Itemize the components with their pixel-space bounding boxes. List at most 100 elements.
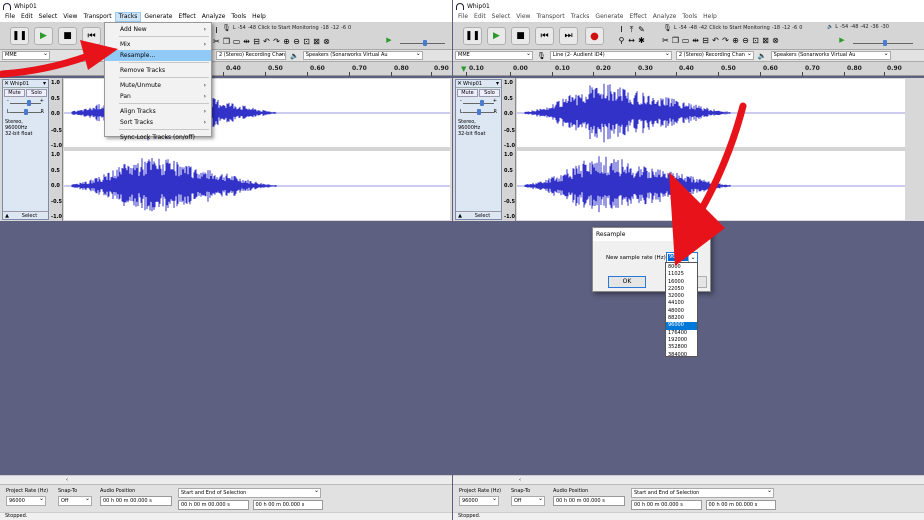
play-icon[interactable]: ▶: [34, 27, 53, 45]
draw-tool-icon[interactable]: ✎: [637, 25, 646, 35]
track-name[interactable]: Whip01: [10, 81, 41, 87]
list-item[interactable]: 22050: [666, 286, 697, 293]
menu-transport[interactable]: Transport: [80, 12, 114, 22]
fit-project-icon[interactable]: ⊠: [761, 36, 770, 45]
list-item[interactable]: 384000: [666, 352, 697, 359]
close-track-icon[interactable]: ✕: [456, 80, 463, 87]
copy-icon[interactable]: ❐: [671, 36, 680, 45]
recording-channels-select[interactable]: 2 (Stereo) Recording Chan: [675, 51, 754, 60]
menu-effect[interactable]: Effect: [626, 12, 649, 22]
solo-button[interactable]: Solo: [479, 89, 500, 97]
menu-tracks[interactable]: Tracks: [568, 12, 593, 22]
selection-mode-select[interactable]: Start and End of Selection: [631, 488, 774, 498]
copy-icon[interactable]: ❐: [222, 37, 231, 46]
playback-meter[interactable]: 🔈 L -54 -48 -42 -36 -30: [827, 24, 889, 30]
record-icon[interactable]: ●: [585, 27, 604, 45]
snap-to-select[interactable]: Off: [58, 496, 92, 506]
menu-item-add-new[interactable]: Add New ›: [105, 24, 211, 35]
zoom-out-icon[interactable]: ⊖: [741, 36, 750, 45]
gain-slider[interactable]: - +: [7, 98, 44, 107]
menu-effect[interactable]: Effect: [175, 12, 198, 22]
close-track-icon[interactable]: ✕: [3, 80, 10, 87]
horizontal-scrollbar[interactable]: ‹: [453, 475, 924, 484]
list-item-selected[interactable]: 96000: [666, 322, 697, 330]
play-icon[interactable]: ▶: [487, 27, 506, 45]
menu-tracks[interactable]: Tracks: [114, 12, 142, 22]
list-item[interactable]: 48000: [666, 308, 697, 315]
selection-end-field[interactable]: 00 h 00 m 00.000 s: [252, 500, 323, 510]
selection-start-field[interactable]: 00 h 00 m 00.000 s: [631, 500, 702, 510]
sample-rate-value[interactable]: 96000: [668, 254, 688, 261]
multi-tool-icon[interactable]: ✱: [637, 36, 646, 45]
close-icon[interactable]: ✕: [699, 228, 706, 241]
menu-item-pan[interactable]: Pan ›: [105, 91, 211, 102]
menu-select[interactable]: Select: [36, 12, 61, 22]
menu-file[interactable]: File: [2, 12, 18, 22]
menu-edit[interactable]: Edit: [471, 12, 489, 22]
mute-button[interactable]: Mute: [457, 89, 478, 97]
monitor-label[interactable]: Click to Start Monitoring: [258, 25, 319, 31]
menu-analyze[interactable]: Analyze: [650, 12, 680, 22]
menu-item-align-tracks[interactable]: Align Tracks ›: [105, 106, 211, 117]
mute-button[interactable]: Mute: [4, 89, 25, 97]
list-item[interactable]: 44100: [666, 300, 697, 307]
playback-device-select[interactable]: Speakers (Sonarworks Virtual Au: [770, 51, 891, 60]
menu-analyze[interactable]: Analyze: [199, 12, 229, 22]
menu-item-mix[interactable]: Mix ›: [105, 39, 211, 50]
audio-position-field[interactable]: 00 h 00 m 00.000 s: [100, 496, 172, 506]
zoom-out-icon[interactable]: ⊖: [292, 37, 301, 46]
menu-item-sort-tracks[interactable]: Sort Tracks ›: [105, 117, 211, 128]
solo-button[interactable]: Solo: [26, 89, 47, 97]
menu-item-resample[interactable]: Resample...: [105, 50, 211, 61]
horizontal-scrollbar[interactable]: ‹: [0, 475, 452, 484]
project-rate-select[interactable]: 96000: [6, 496, 46, 506]
redo-icon[interactable]: ↷: [721, 36, 730, 45]
pause-icon[interactable]: ❚❚: [463, 27, 482, 45]
scroll-left-icon[interactable]: ‹: [519, 477, 521, 483]
audio-host-select[interactable]: MME: [2, 51, 50, 60]
menu-view[interactable]: View: [60, 12, 80, 22]
cut-icon[interactable]: ✂: [212, 37, 221, 46]
select-track-button[interactable]: Select: [464, 213, 501, 219]
timeshift-tool-icon[interactable]: ↔: [627, 36, 636, 45]
select-track-button[interactable]: Select: [11, 213, 48, 219]
silence-icon[interactable]: ⊟: [252, 37, 261, 46]
list-item[interactable]: 352800: [666, 344, 697, 351]
menu-help[interactable]: Help: [249, 12, 269, 22]
menu-tools[interactable]: Tools: [679, 12, 700, 22]
list-item[interactable]: 88200: [666, 315, 697, 322]
menu-select[interactable]: Select: [489, 12, 514, 22]
trim-icon[interactable]: ⇹: [242, 37, 251, 46]
waveform[interactable]: [517, 79, 905, 220]
skip-end-icon[interactable]: ⏭: [559, 27, 578, 45]
project-rate-select[interactable]: 96000: [459, 496, 499, 506]
menu-generate[interactable]: Generate: [592, 12, 626, 22]
list-item[interactable]: 8000: [666, 264, 697, 271]
paste-icon[interactable]: ▭: [681, 36, 690, 45]
zoom-toggle-icon[interactable]: ⊗: [771, 36, 780, 45]
trim-icon[interactable]: ⇹: [691, 36, 700, 45]
snap-to-select[interactable]: Off: [511, 496, 545, 506]
stop-icon[interactable]: ■: [511, 27, 530, 45]
scroll-left-icon[interactable]: ‹: [66, 477, 68, 483]
pause-icon[interactable]: ❚❚: [10, 27, 29, 45]
skip-start-icon[interactable]: ⏮: [82, 27, 101, 45]
recording-channels-select[interactable]: 2 (Stereo) Recording Chan: [216, 51, 286, 60]
menu-generate[interactable]: Generate: [141, 12, 175, 22]
gain-slider[interactable]: - +: [460, 98, 497, 107]
selection-end-field[interactable]: 00 h 00 m 00.000 s: [705, 500, 776, 510]
audio-position-field[interactable]: 00 h 00 m 00.000 s: [553, 496, 625, 506]
monitor-label[interactable]: Click to Start Monitoring: [709, 25, 770, 31]
cut-icon[interactable]: ✂: [661, 36, 670, 45]
timeline-ruler[interactable]: 0.40 0.50 0.60 0.70 0.80 0.90: [0, 62, 452, 76]
chevron-down-icon[interactable]: ⌄: [688, 253, 697, 262]
zoom-tool-icon[interactable]: ⚲: [617, 36, 626, 45]
track-area-background[interactable]: [0, 221, 452, 475]
undo-icon[interactable]: ↶: [711, 36, 720, 45]
list-item[interactable]: 11025: [666, 271, 697, 278]
menu-file[interactable]: File: [455, 12, 471, 22]
selection-start-field[interactable]: 00 h 00 m 00.000 s: [178, 500, 249, 510]
menu-item-mute-unmute[interactable]: Mute/Unmute ›: [105, 80, 211, 91]
fit-selection-icon[interactable]: ⊡: [302, 37, 311, 46]
track-menu-chevron-icon[interactable]: ▾: [41, 80, 48, 87]
